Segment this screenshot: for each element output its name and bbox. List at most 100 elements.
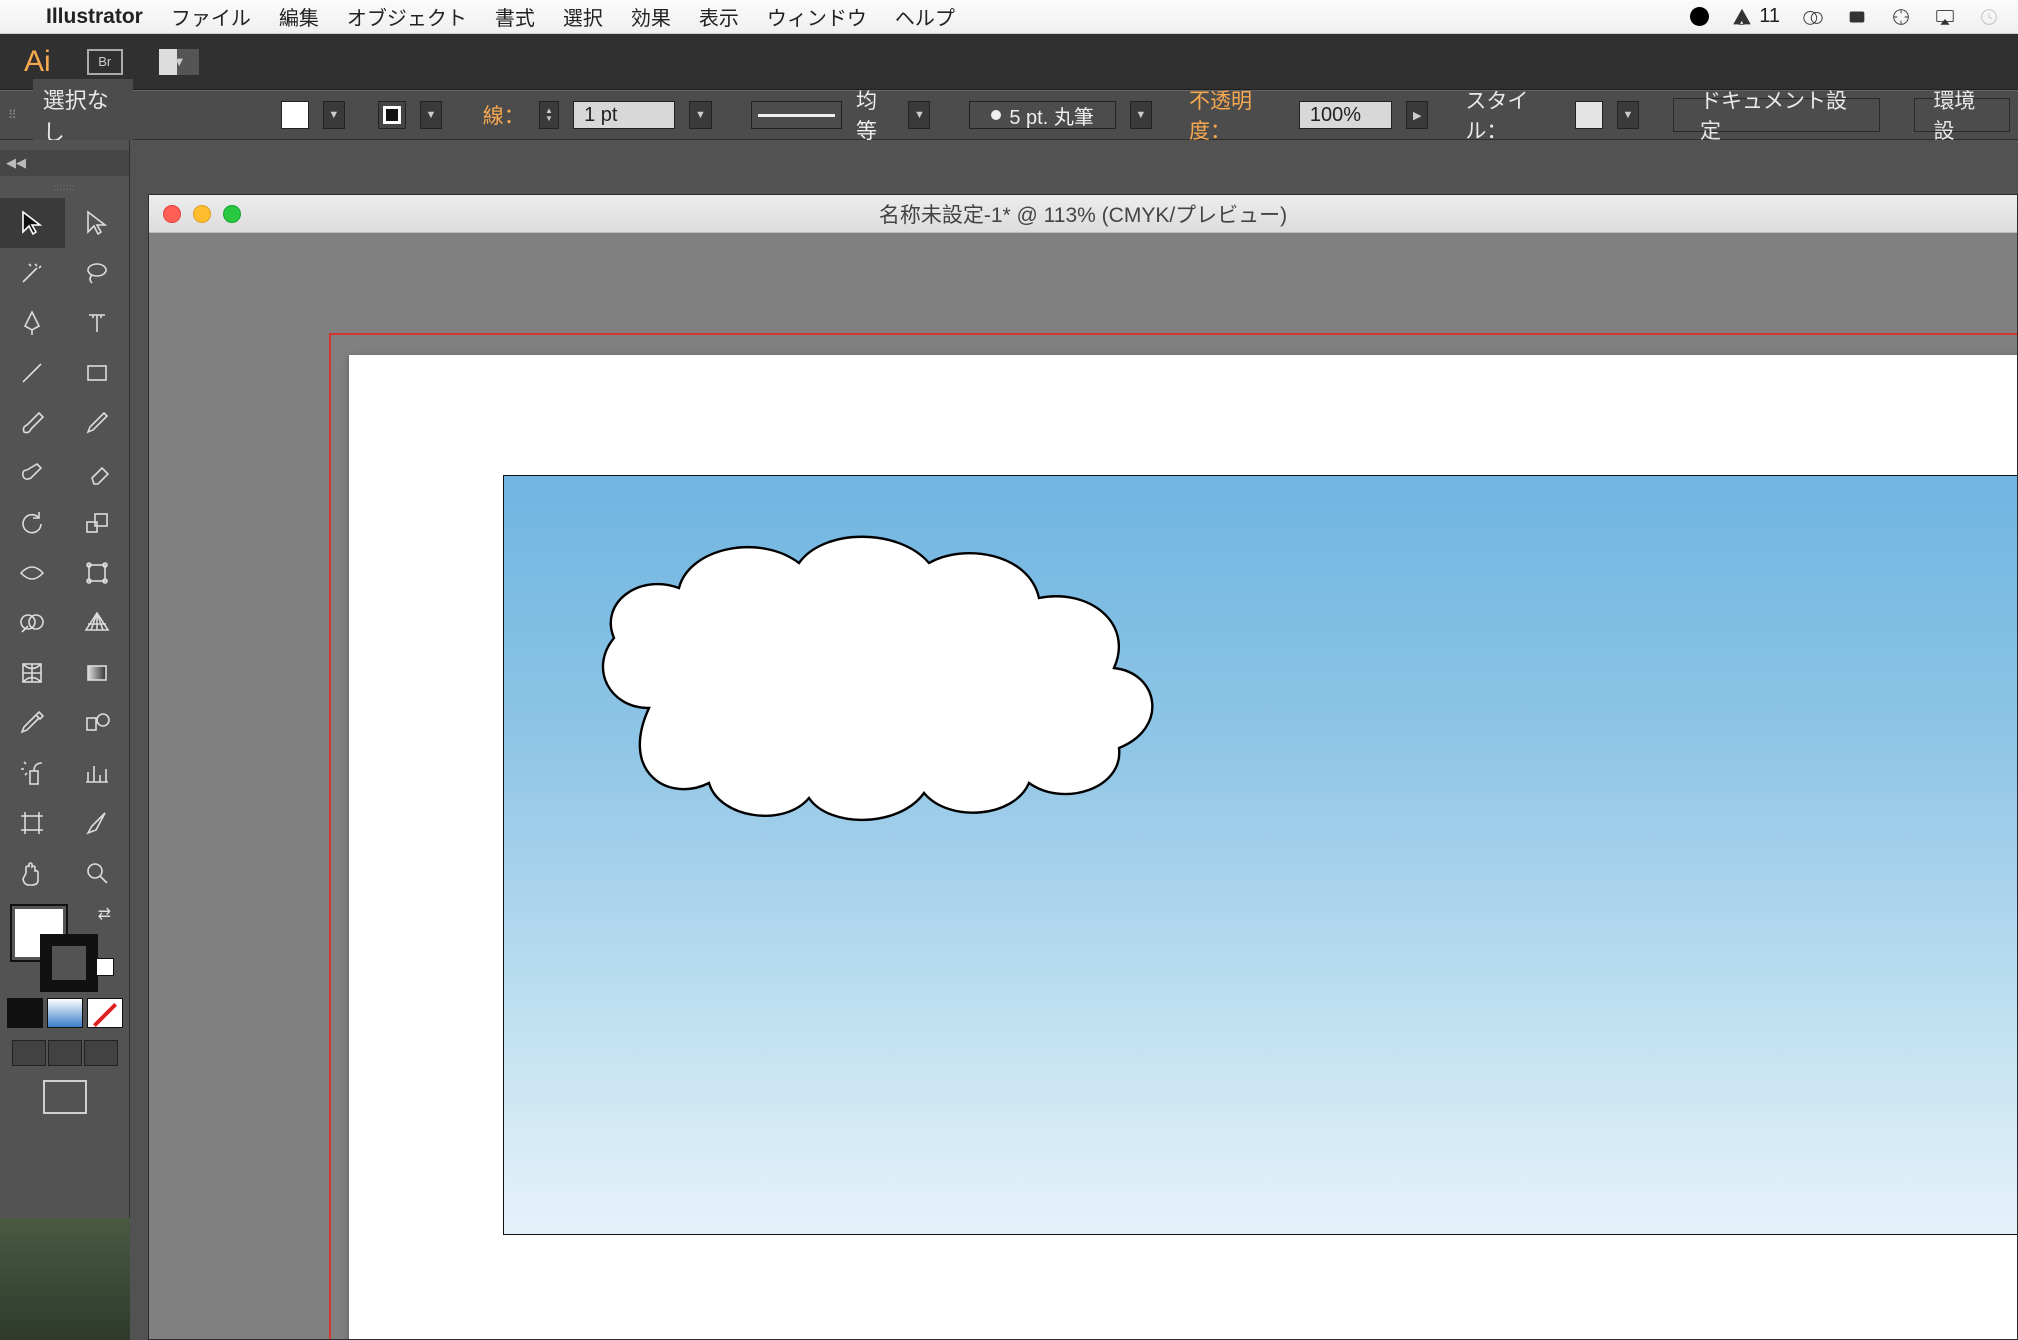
time-machine-icon[interactable] <box>1978 7 2000 27</box>
magic-wand-tool[interactable] <box>0 248 65 298</box>
menu-view[interactable]: 表示 <box>699 2 739 31</box>
rectangle-tool[interactable] <box>65 348 130 398</box>
menu-select[interactable]: 選択 <box>563 2 603 31</box>
screen-mode-full[interactable] <box>84 1040 118 1066</box>
swap-fill-stroke-icon[interactable]: ⇄ <box>98 904 111 924</box>
menu-effect[interactable]: 効果 <box>631 2 671 31</box>
fill-stroke-indicator[interactable]: ⇄ <box>0 898 129 994</box>
document-window: 名称未設定-1* @ 113% (CMYK/プレビュー) <box>148 194 2018 1340</box>
free-transform-tool[interactable] <box>65 548 130 598</box>
selection-tool[interactable] <box>0 198 65 248</box>
document-titlebar[interactable]: 名称未設定-1* @ 113% (CMYK/プレビュー) <box>149 195 2017 233</box>
screen-mode-row <box>2 1038 128 1074</box>
width-tool[interactable] <box>0 548 65 598</box>
screen-mode-full-menu[interactable] <box>48 1040 82 1066</box>
fill-dropdown[interactable]: ▼ <box>323 101 345 129</box>
symbol-sprayer-tool[interactable] <box>0 748 65 798</box>
mesh-tool[interactable] <box>0 648 65 698</box>
color-mode-row <box>0 994 133 1038</box>
spinner-icon[interactable] <box>1890 7 1912 27</box>
type-tool[interactable] <box>65 298 130 348</box>
macos-menubar: Illustrator ファイル 編集 オブジェクト 書式 選択 効果 表示 ウ… <box>0 0 2018 34</box>
eraser-tool[interactable] <box>65 448 130 498</box>
notification-count: 11 <box>1759 5 1780 28</box>
stroke-swatch[interactable] <box>378 101 406 129</box>
workspace-area: ◀◀ ::::::: <box>0 140 2018 1340</box>
opacity-input[interactable]: 100% <box>1299 101 1392 129</box>
graphic-style-swatch[interactable] <box>1575 101 1603 129</box>
hand-tool[interactable] <box>0 848 65 898</box>
canvas-area[interactable] <box>149 233 2017 1339</box>
pencil-tool[interactable] <box>65 398 130 448</box>
graphic-style-dropdown[interactable]: ▼ <box>1617 101 1639 129</box>
panel-grip-icon[interactable]: ⠿ <box>8 108 15 122</box>
blend-tool[interactable] <box>65 698 130 748</box>
blob-brush-tool[interactable] <box>0 448 65 498</box>
document-setup-button[interactable]: ドキュメント設定 <box>1673 98 1880 132</box>
window-close-button[interactable] <box>163 205 181 223</box>
menu-help[interactable]: ヘルプ <box>895 2 955 31</box>
style-label: スタイル： <box>1465 85 1561 145</box>
fill-swatch[interactable] <box>281 101 309 129</box>
menu-object[interactable]: オブジェクト <box>347 2 467 31</box>
window-zoom-button[interactable] <box>223 205 241 223</box>
menu-window[interactable]: ウィンドウ <box>767 2 867 31</box>
stroke-label[interactable]: 線： <box>483 100 525 130</box>
lasso-tool[interactable] <box>65 248 130 298</box>
pen-tool[interactable] <box>0 298 65 348</box>
illustrator-logo-icon: Ai <box>24 45 51 79</box>
line-segment-tool[interactable] <box>0 348 65 398</box>
brush-dropdown[interactable]: ▼ <box>1130 101 1152 129</box>
stroke-weight-stepper[interactable]: ▲▼ <box>539 101 559 129</box>
adobe-notifications[interactable]: 11 <box>1731 5 1780 28</box>
tools-grip-icon[interactable]: ::::::: <box>0 176 129 198</box>
column-graph-tool[interactable] <box>65 748 130 798</box>
sync-extension-icon[interactable] <box>1846 7 1868 27</box>
brush-definition[interactable]: 5 pt. 丸筆 <box>969 101 1115 129</box>
color-mode-gradient[interactable] <box>47 998 83 1028</box>
screen-mode-normal[interactable] <box>12 1040 46 1066</box>
menu-file[interactable]: ファイル <box>171 2 251 31</box>
app-header: Ai Br ▼ <box>0 34 2018 90</box>
stroke-color-swatch[interactable] <box>40 934 98 992</box>
bridge-button[interactable]: Br <box>87 49 123 75</box>
menu-edit[interactable]: 編集 <box>279 2 319 31</box>
paintbrush-tool[interactable] <box>0 398 65 448</box>
zoom-tool[interactable] <box>65 848 130 898</box>
tools-collapse-button[interactable]: ◀◀ <box>0 150 129 176</box>
default-fill-stroke-icon[interactable] <box>96 958 114 976</box>
opacity-label[interactable]: 不透明度： <box>1189 85 1285 145</box>
stroke-weight-dropdown[interactable]: ▼ <box>689 101 711 129</box>
adobe-a-icon <box>1731 7 1753 27</box>
rotate-tool[interactable] <box>0 498 65 548</box>
perspective-grid-tool[interactable] <box>65 598 130 648</box>
app-menu[interactable]: Illustrator <box>46 5 143 29</box>
color-mode-solid[interactable] <box>7 998 43 1028</box>
arrange-documents-button[interactable]: ▼ <box>159 49 186 75</box>
stroke-weight-input[interactable]: 1 pt <box>573 101 675 129</box>
draw-normal-mode[interactable] <box>43 1080 87 1114</box>
status-dot-icon[interactable] <box>1690 7 1709 26</box>
stroke-profile-preview[interactable] <box>751 101 843 129</box>
stroke-dropdown[interactable]: ▼ <box>420 101 442 129</box>
scale-tool[interactable] <box>65 498 130 548</box>
artboard-tool[interactable] <box>0 798 65 848</box>
brush-dot-icon <box>991 110 1001 120</box>
direct-selection-tool[interactable] <box>65 198 130 248</box>
shape-builder-tool[interactable] <box>0 598 65 648</box>
cloud-artwork[interactable] <box>559 508 1189 838</box>
slice-tool[interactable] <box>65 798 130 848</box>
stroke-profile-dropdown[interactable]: ▼ <box>908 101 930 129</box>
opacity-dropdown[interactable]: ▶ <box>1406 101 1428 129</box>
preferences-button[interactable]: 環境設 <box>1914 98 2010 132</box>
eyedropper-tool[interactable] <box>0 698 65 748</box>
airplay-icon[interactable] <box>1934 7 1956 27</box>
gradient-tool[interactable] <box>65 648 130 698</box>
brush-label: 5 pt. 丸筆 <box>1009 101 1093 130</box>
document-title: 名称未設定-1* @ 113% (CMYK/プレビュー) <box>879 199 1287 229</box>
stroke-profile-label: 均等 <box>856 85 894 145</box>
menu-type[interactable]: 書式 <box>495 2 535 31</box>
creative-cloud-icon[interactable] <box>1802 7 1824 27</box>
color-mode-none[interactable] <box>87 998 123 1028</box>
window-minimize-button[interactable] <box>193 205 211 223</box>
